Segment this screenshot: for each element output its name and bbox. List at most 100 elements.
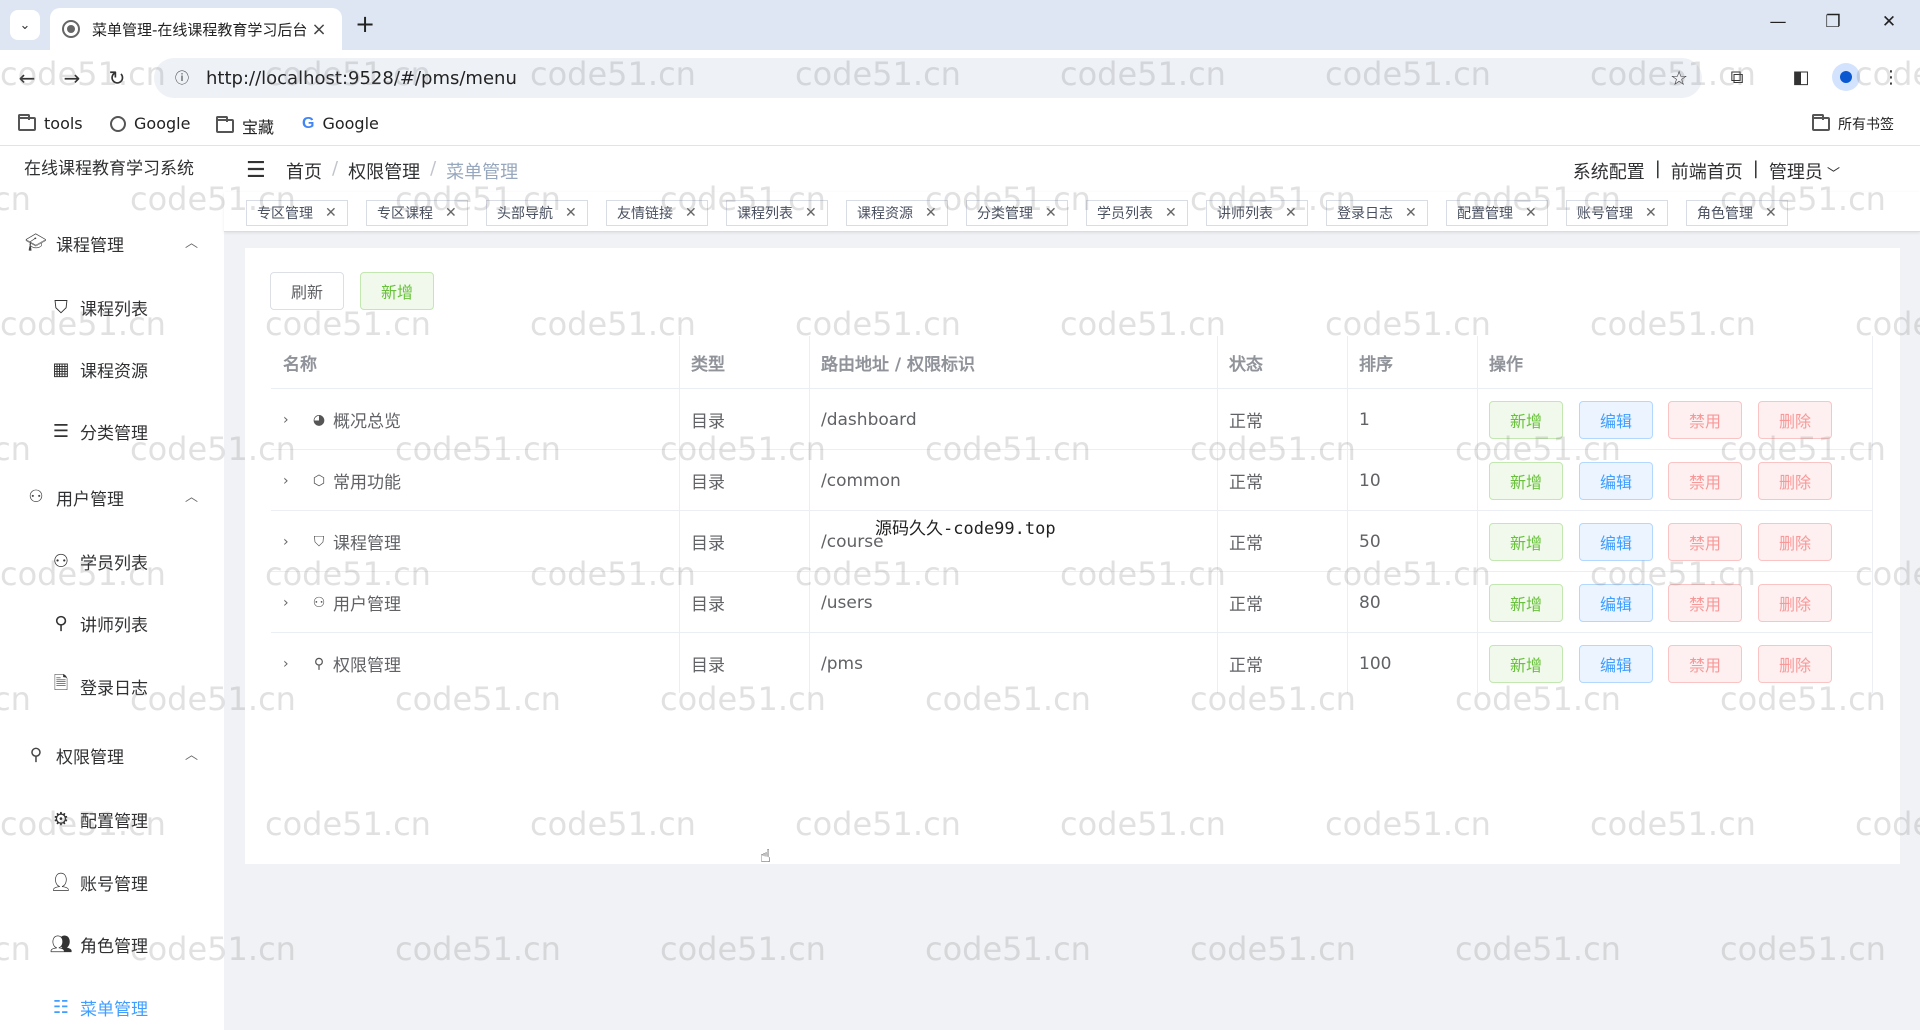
row-delete-button[interactable]: 删除 <box>1758 523 1832 561</box>
add-menu-button[interactable]: 新增 <box>360 272 434 310</box>
tag-item[interactable]: 专区管理 ✕ <box>246 200 348 226</box>
bookmark-tools[interactable]: tools <box>18 113 83 133</box>
chevron-right-icon[interactable]: › <box>283 595 299 611</box>
chevron-right-icon[interactable]: › <box>283 656 299 672</box>
address-bar[interactable]: ⓘ http://localhost:9528/#/pms/menu ☆ <box>154 58 1702 98</box>
reload-button[interactable]: ↻ <box>103 64 131 92</box>
sidebar-group-users[interactable]: ⚇ 用户管理 ︿ <box>0 472 224 522</box>
row-edit-button[interactable]: 编辑 <box>1579 462 1653 500</box>
url-text[interactable]: http://localhost:9528/#/pms/menu <box>206 68 517 89</box>
row-delete-button[interactable]: 删除 <box>1758 584 1832 622</box>
sidebar-item-config[interactable]: ⚙ 配置管理 <box>0 794 224 844</box>
minimize-button[interactable]: — <box>1763 12 1793 32</box>
sidebar-item-teachers[interactable]: ⚲ 讲师列表 <box>0 598 224 648</box>
row-edit-button[interactable]: 编辑 <box>1579 523 1653 561</box>
tag-item[interactable]: 登录日志 ✕ <box>1326 200 1428 226</box>
chevron-right-icon[interactable]: › <box>283 412 299 428</box>
row-add-button[interactable]: 新增 <box>1489 645 1563 683</box>
row-edit-button[interactable]: 编辑 <box>1579 645 1653 683</box>
sidebar-item-course-resource[interactable]: ▦ 课程资源 <box>0 344 224 394</box>
row-disable-button[interactable]: 禁用 <box>1668 523 1742 561</box>
extensions-icon[interactable]: ⧉ <box>1722 64 1752 92</box>
tag-item[interactable]: 课程列表 ✕ <box>726 200 828 226</box>
back-button[interactable]: ← <box>13 64 41 92</box>
close-icon[interactable]: ✕ <box>805 205 817 221</box>
all-bookmarks[interactable]: 所有书签 <box>1812 114 1894 134</box>
tag-item[interactable]: 头部导航 ✕ <box>486 200 588 226</box>
tab-search-button[interactable]: ⌄ <box>10 10 40 40</box>
close-icon[interactable]: ✕ <box>325 205 337 221</box>
close-icon[interactable]: ✕ <box>1405 205 1417 221</box>
tag-item[interactable]: 专区课程 ✕ <box>366 200 468 226</box>
system-config-link[interactable]: 系统配置 <box>1573 158 1645 184</box>
star-icon[interactable]: ☆ <box>1670 66 1688 90</box>
tag-item[interactable]: 分类管理 ✕ <box>966 200 1068 226</box>
new-tab-button[interactable]: + <box>352 12 378 38</box>
close-icon[interactable]: ✕ <box>1165 205 1177 221</box>
tag-item[interactable]: 讲师列表 ✕ <box>1206 200 1308 226</box>
close-icon[interactable]: ✕ <box>445 205 457 221</box>
row-edit-button[interactable]: 编辑 <box>1579 584 1653 622</box>
close-icon[interactable]: ✕ <box>565 205 577 221</box>
close-icon[interactable]: ✕ <box>1765 205 1777 221</box>
table-row[interactable]: › ◕ 概况总览 目录 /dashboard 正常 1 新增 编辑 禁用 删除 <box>271 388 1873 449</box>
row-edit-button[interactable]: 编辑 <box>1579 401 1653 439</box>
chevron-right-icon[interactable]: › <box>283 473 299 489</box>
hamburger-icon[interactable]: ☰ <box>246 158 266 183</box>
frontend-home-link[interactable]: 前端首页 <box>1671 158 1743 184</box>
row-disable-button[interactable]: 禁用 <box>1668 584 1742 622</box>
row-add-button[interactable]: 新增 <box>1489 462 1563 500</box>
row-disable-button[interactable]: 禁用 <box>1668 645 1742 683</box>
side-panel-icon[interactable]: ◧ <box>1786 64 1816 92</box>
sidebar-item-roles[interactable]: 👥︎ 角色管理 <box>0 919 224 969</box>
table-row[interactable]: › ⚇ 用户管理 目录 /users 正常 80 新增 编辑 禁用 删除 <box>271 571 1873 632</box>
row-add-button[interactable]: 新增 <box>1489 584 1563 622</box>
bookmark-google-2[interactable]: G Google <box>302 114 379 133</box>
table-row[interactable]: › ⬡ 常用功能 目录 /common 正常 10 新增 编辑 禁用 删除 <box>271 449 1873 510</box>
breadcrumb-home[interactable]: 首页 <box>286 158 322 184</box>
restore-button[interactable]: ❐ <box>1818 12 1848 32</box>
sidebar-group-permission[interactable]: ⚲ 权限管理 ︿ <box>0 730 224 780</box>
sidebar-item-course-list[interactable]: ⛉ 课程列表 <box>0 282 224 332</box>
tag-item[interactable]: 课程资源 ✕ <box>846 200 948 226</box>
tag-item[interactable]: 角色管理 ✕ <box>1686 200 1788 226</box>
admin-dropdown[interactable]: 管理员 ﹀ <box>1769 158 1840 184</box>
row-disable-button[interactable]: 禁用 <box>1668 462 1742 500</box>
sidebar-group-course[interactable]: 🎓︎ 课程管理 ︿ <box>0 218 224 268</box>
table-row[interactable]: › ⚲ 权限管理 目录 /pms 正常 100 新增 编辑 禁用 删除 <box>271 632 1873 693</box>
close-icon[interactable]: ✕ <box>1645 205 1657 221</box>
table-row[interactable]: › ⛉ 课程管理 目录 /course 正常 50 新增 编辑 禁用 删除 <box>271 510 1873 571</box>
row-add-button[interactable]: 新增 <box>1489 523 1563 561</box>
close-icon[interactable]: ✕ <box>925 205 937 221</box>
bookmark-treasure[interactable]: 宝藏 <box>216 114 274 138</box>
tag-item[interactable]: 账号管理 ✕ <box>1566 200 1668 226</box>
sidebar-item-students[interactable]: ⚇ 学员列表 <box>0 536 224 586</box>
browser-tab[interactable]: 菜单管理-在线课程教育学习后台 × <box>50 8 342 50</box>
chevron-right-icon[interactable]: › <box>283 534 299 550</box>
forward-button[interactable]: → <box>58 64 86 92</box>
profile-avatar[interactable] <box>1832 63 1860 91</box>
row-delete-button[interactable]: 删除 <box>1758 401 1832 439</box>
sidebar-item-category[interactable]: ☰ 分类管理 <box>0 406 224 456</box>
row-disable-button[interactable]: 禁用 <box>1668 401 1742 439</box>
breadcrumb-permission[interactable]: 权限管理 <box>348 158 420 184</box>
sidebar-item-accounts[interactable]: 👤︎ 账号管理 <box>0 857 224 907</box>
close-icon[interactable]: ✕ <box>1285 205 1297 221</box>
tag-item[interactable]: 学员列表 ✕ <box>1086 200 1188 226</box>
close-icon[interactable]: × <box>308 19 330 40</box>
more-menu-icon[interactable]: ⋮ <box>1876 64 1906 92</box>
tag-item[interactable]: 配置管理 ✕ <box>1446 200 1548 226</box>
sidebar-item-login-log[interactable]: 🗎︎ 登录日志 <box>0 661 224 711</box>
row-add-button[interactable]: 新增 <box>1489 401 1563 439</box>
sidebar-item-menu[interactable]: ☷ 菜单管理 <box>0 982 224 1030</box>
bookmark-google[interactable]: Google <box>110 114 190 133</box>
info-icon[interactable]: ⓘ <box>162 68 202 88</box>
close-icon[interactable]: ✕ <box>685 205 697 221</box>
close-icon[interactable]: ✕ <box>1525 205 1537 221</box>
row-delete-button[interactable]: 删除 <box>1758 462 1832 500</box>
tag-item[interactable]: 友情链接 ✕ <box>606 200 708 226</box>
row-delete-button[interactable]: 删除 <box>1758 645 1832 683</box>
refresh-button[interactable]: 刷新 <box>270 272 344 310</box>
close-icon[interactable]: ✕ <box>1045 205 1057 221</box>
close-window-button[interactable]: ✕ <box>1874 12 1904 32</box>
